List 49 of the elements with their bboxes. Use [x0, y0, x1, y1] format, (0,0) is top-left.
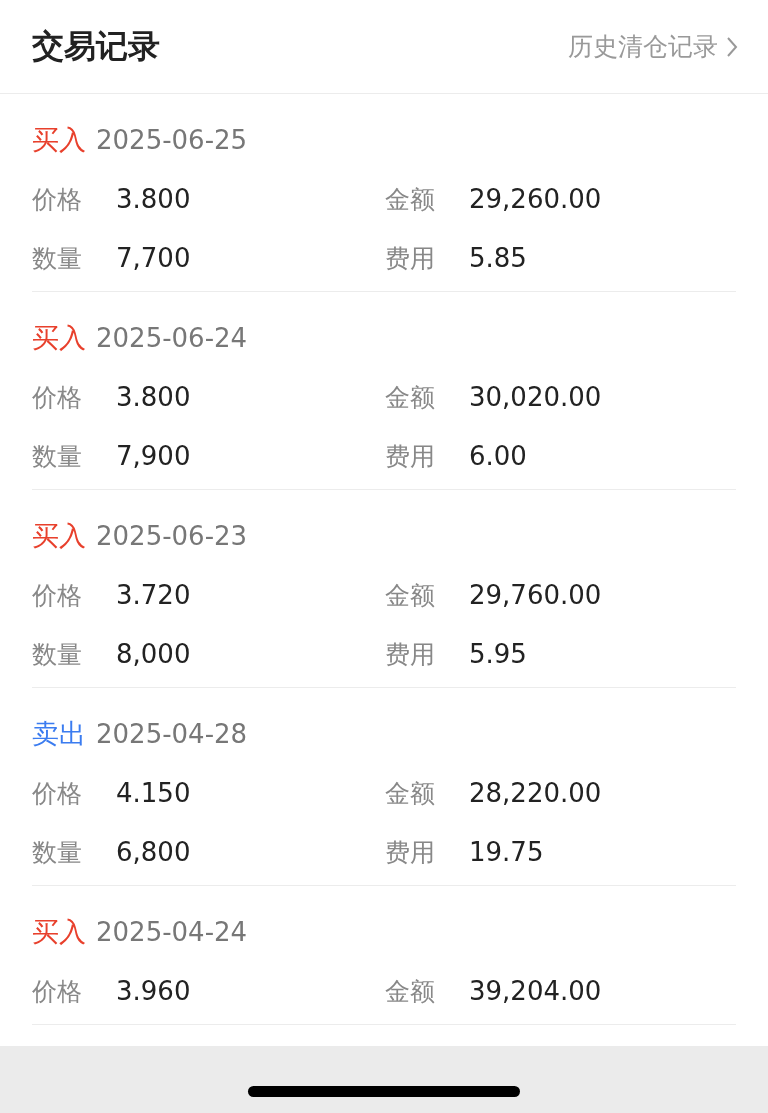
trade-type: 买入 — [32, 519, 86, 553]
field-value: 8,000 — [116, 639, 191, 669]
field-value: 3.800 — [116, 382, 191, 412]
field-value: 19.75 — [469, 837, 544, 867]
field-label: 金额 — [385, 975, 436, 1008]
field-label: 价格 — [32, 975, 83, 1008]
field-value: 29,260.00 — [469, 184, 602, 214]
field-value: 3.960 — [116, 976, 191, 1006]
field-label: 价格 — [32, 183, 83, 216]
field-label: 数量 — [32, 836, 83, 869]
field-value: 7,900 — [116, 441, 191, 471]
field-label: 数量 — [32, 440, 83, 473]
field-label: 费用 — [385, 242, 436, 275]
field-label: 金额 — [385, 579, 436, 612]
field-label: 数量 — [32, 242, 83, 275]
field-label: 数量 — [32, 638, 83, 671]
field-label: 金额 — [385, 183, 436, 216]
field-value: 7,700 — [116, 243, 191, 273]
field-value: 3.800 — [116, 184, 191, 214]
trade-type: 买入 — [32, 321, 86, 355]
field-label: 价格 — [32, 381, 83, 414]
field-label: 费用 — [385, 836, 436, 869]
field-label: 金额 — [385, 381, 436, 414]
chevron-right-icon — [726, 35, 738, 58]
trade-date: 2025-06-25 — [96, 125, 248, 155]
field-label: 价格 — [32, 579, 83, 612]
field-value: 5.85 — [469, 243, 527, 273]
page-title: 交易记录 — [32, 25, 160, 67]
field-value: 30,020.00 — [469, 382, 602, 412]
trade-type: 买入 — [32, 915, 86, 949]
trade-type: 买入 — [32, 123, 86, 157]
trade-date: 2025-04-28 — [96, 719, 248, 749]
field-label: 费用 — [385, 638, 436, 671]
field-label: 费用 — [385, 440, 436, 473]
field-label: 价格 — [32, 777, 83, 810]
trade-date: 2025-04-24 — [96, 917, 248, 947]
field-value: 6,800 — [116, 837, 191, 867]
field-value: 6.00 — [469, 441, 527, 471]
field-value: 3.720 — [116, 580, 191, 610]
trade-date: 2025-06-24 — [96, 323, 248, 353]
trade-date: 2025-06-23 — [96, 521, 248, 551]
field-value: 5.95 — [469, 639, 527, 669]
history-link[interactable]: 历史清仓记录 — [568, 30, 738, 63]
field-value: 28,220.00 — [469, 778, 602, 808]
field-label: 金额 — [385, 777, 436, 810]
field-value: 39,204.00 — [469, 976, 602, 1006]
trade-type: 卖出 — [32, 717, 86, 751]
field-value: 29,760.00 — [469, 580, 602, 610]
field-value: 4.150 — [116, 778, 191, 808]
